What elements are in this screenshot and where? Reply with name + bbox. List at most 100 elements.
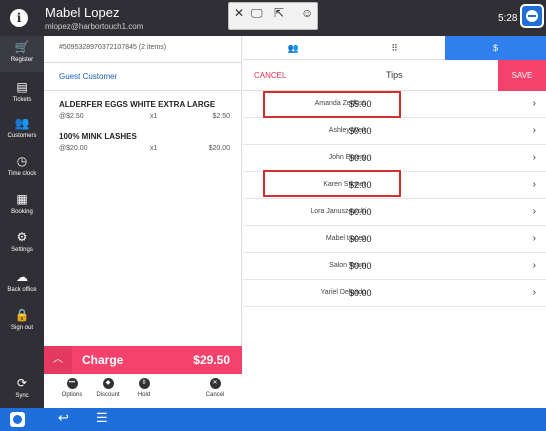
charge-label: Charge: [82, 353, 124, 367]
pause-icon: II: [138, 378, 150, 389]
nav-register[interactable]: 🛒 Register: [0, 36, 44, 72]
tips-header: CANCEL Tips SAVE: [243, 60, 546, 91]
monitor-icon[interactable]: 🖵: [251, 6, 263, 21]
tab-payment[interactable]: $: [445, 36, 546, 60]
action-label: Discount: [96, 392, 120, 398]
back-icon[interactable]: ↩: [58, 410, 69, 426]
ticket-panel: #50953289703721078​45 (2 items) Guest Cu…: [44, 36, 242, 408]
nav-tickets[interactable]: ▤ Tickets: [0, 76, 44, 112]
chevron-right-icon: ›: [532, 260, 536, 271]
emoji-icon[interactable]: ☺: [301, 6, 313, 20]
people-icon: 👥: [287, 43, 300, 53]
cloud-icon: ☁: [16, 270, 28, 284]
clock-icon: ◷: [16, 154, 28, 168]
system-navigation-bar: ↩ ☰: [0, 408, 546, 431]
tag-icon: ◆: [102, 378, 114, 389]
divider: [44, 62, 242, 63]
tip-row[interactable]: Mabel Lopez $0.00 ›: [243, 226, 546, 253]
item-total: $2.50: [212, 113, 230, 120]
nav-booking[interactable]: ▦ Booking: [0, 188, 44, 224]
nav-sync[interactable]: ⟳ Sync: [0, 372, 44, 408]
tip-amount: $0.00: [349, 261, 372, 271]
tip-amount: $0.00: [349, 207, 372, 217]
tip-row[interactable]: Salon Team $0.00 ›: [243, 253, 546, 280]
clock-time: 5:28: [498, 13, 518, 24]
pointer-icon[interactable]: ⇱: [274, 6, 284, 20]
chevron-right-icon: ›: [532, 287, 536, 298]
tab-customer[interactable]: 👥: [243, 36, 344, 60]
tip-row[interactable]: John Emery $0.00 ›: [243, 145, 546, 172]
divider: [44, 90, 242, 91]
chevron-up-icon[interactable]: ︿: [44, 346, 72, 374]
ticket-line-item[interactable]: ALDERFER EGGS WHITE EXTRA LARGE @$2.50 x…: [44, 94, 242, 126]
nav-back-office[interactable]: ☁ Back office: [0, 266, 44, 302]
lock-icon: 🔒: [14, 308, 30, 322]
action-label: Hold: [137, 392, 151, 398]
chevron-right-icon: ›: [532, 179, 536, 190]
nav-label: Settings: [11, 247, 33, 253]
nav-label: Sync: [15, 393, 29, 399]
left-navigation: 🛒 Register ▤ Tickets 👥 Customers ◷ Time …: [0, 36, 44, 408]
nav-label: Back office: [7, 287, 37, 293]
action-label: Options: [61, 392, 83, 398]
payment-tabs: 👥 ⠿ $: [243, 36, 546, 60]
remote-control-toolbar: ✕ 🖵 ⇱ ☺: [228, 2, 318, 30]
item-quantity: x1: [150, 113, 158, 120]
nav-customers[interactable]: 👥 Customers: [0, 112, 44, 148]
charge-amount: $29.50: [193, 353, 230, 367]
ticket-line-item[interactable]: 100% MINK LASHES @$20.00 x1 $20.00: [44, 126, 242, 158]
page-title: Tips: [386, 70, 403, 80]
tip-amount: $0.00: [349, 153, 372, 163]
top-bar: i Mabel Lopez mlopez@harbortouch1.com ✕ …: [0, 0, 546, 36]
item-unit-price: @$2.50: [59, 113, 84, 120]
chevron-right-icon: ›: [532, 206, 536, 217]
sync-icon: ⟳: [16, 376, 28, 390]
nav-label: Time clock: [7, 171, 37, 177]
chevron-right-icon: ›: [532, 152, 536, 163]
save-button[interactable]: SAVE: [498, 60, 546, 91]
cancel-ticket-button[interactable]: ✕ Cancel: [197, 378, 233, 398]
info-icon[interactable]: i: [10, 9, 28, 27]
close-icon[interactable]: ✕: [234, 6, 244, 20]
item-name: 100% MINK LASHES: [59, 132, 137, 141]
item-total: $20.00: [208, 145, 230, 152]
options-button[interactable]: ••• Options: [54, 378, 90, 398]
nav-time-clock[interactable]: ◷ Time clock: [0, 150, 44, 186]
menu-icon[interactable]: ☰: [96, 410, 108, 426]
customer-name[interactable]: Guest Customer: [59, 72, 117, 81]
chevron-right-icon: ›: [532, 233, 536, 244]
nav-settings[interactable]: ⚙ Settings: [0, 226, 44, 262]
customers-icon: 👥: [14, 116, 30, 130]
tip-amount: $0.00: [349, 126, 372, 136]
tip-row[interactable]: Yariel Delgado $0.00 ›: [243, 280, 546, 307]
nav-label: Tickets: [12, 97, 32, 103]
options-icon: •••: [66, 378, 78, 389]
item-name: ALDERFER EGGS WHITE EXTRA LARGE: [59, 100, 216, 109]
user-email: mlopez@harbortouch1.com: [45, 22, 144, 31]
nav-label: Sign out: [10, 325, 34, 331]
nav-label: Booking: [11, 209, 33, 215]
tip-row[interactable]: Lora Januszewski $0.00 ›: [243, 199, 546, 226]
highlight-box: [263, 91, 401, 118]
tip-amount: $0.00: [349, 288, 372, 298]
cancel-icon: ✕: [209, 378, 221, 389]
tab-grid[interactable]: ⠿: [344, 36, 445, 60]
highlight-box: [263, 170, 401, 197]
discount-button[interactable]: ◆ Discount: [90, 378, 126, 398]
tickets-icon: ▤: [16, 80, 28, 94]
charge-button[interactable]: ︿ Charge $29.50: [44, 346, 242, 374]
item-quantity: x1: [150, 145, 158, 152]
tip-amount: $0.00: [349, 234, 372, 244]
chevron-right-icon: ›: [532, 98, 536, 109]
cart-icon: 🛒: [14, 40, 30, 54]
hold-button[interactable]: II Hold: [126, 378, 162, 398]
action-label: Cancel: [205, 392, 225, 398]
nav-label: Customers: [7, 133, 37, 139]
teamviewer-icon[interactable]: [10, 412, 25, 427]
nav-sign-out[interactable]: 🔒 Sign out: [0, 304, 44, 340]
tip-row[interactable]: Ashley Weir $0.00 ›: [243, 118, 546, 145]
nav-label: Register: [10, 57, 34, 63]
teamviewer-icon[interactable]: [520, 4, 544, 28]
ticket-actions: ••• Options ◆ Discount II Hold ✕ Cancel: [44, 374, 242, 408]
cancel-button[interactable]: CANCEL: [254, 71, 286, 80]
